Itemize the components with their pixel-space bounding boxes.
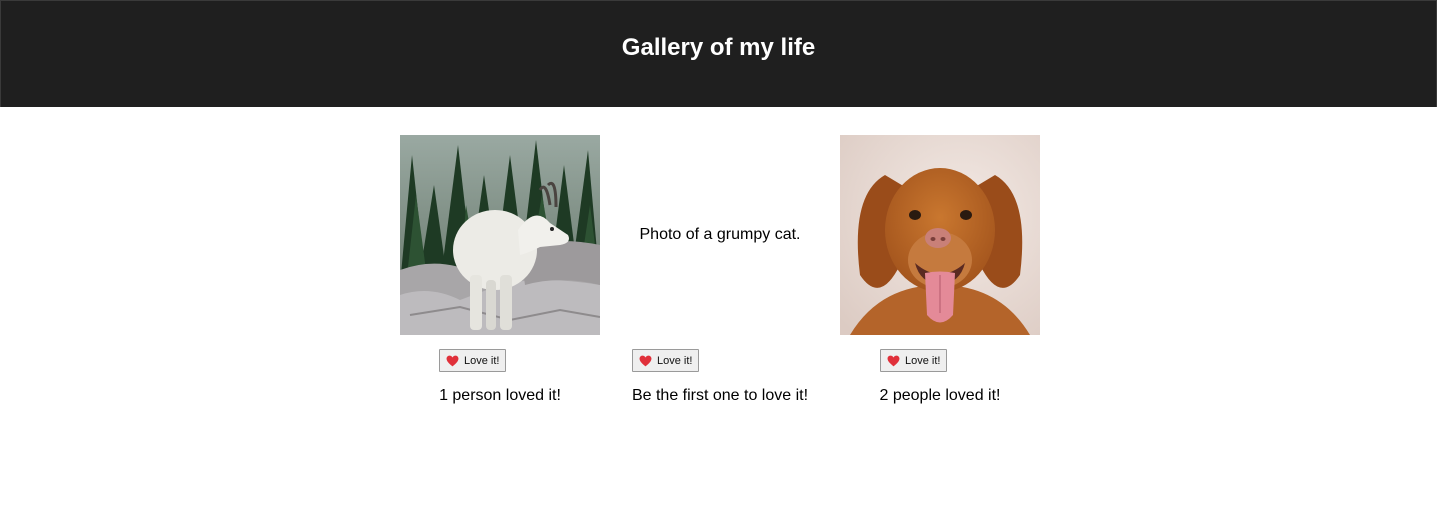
- love-count: 1 person loved it!: [439, 387, 561, 404]
- heart-icon: [446, 355, 459, 366]
- love-count: 2 people loved it!: [879, 387, 1001, 404]
- page-title: Gallery of my life: [621, 34, 816, 61]
- love-it-button[interactable]: Love it!: [880, 349, 948, 372]
- heart-icon: [639, 355, 652, 366]
- page-header: Gallery of my life: [0, 0, 1437, 107]
- gallery-card: Photo of a grumpy cat. Love it! Be the f…: [620, 135, 820, 425]
- dog-image: [840, 135, 1040, 335]
- heart-icon: [887, 355, 900, 366]
- love-it-label: Love it!: [905, 354, 941, 367]
- gallery-card: Love it! 1 person loved it!: [400, 135, 600, 425]
- love-it-button[interactable]: Love it!: [439, 349, 507, 372]
- gallery-card: Love it! 2 people loved it!: [840, 135, 1040, 425]
- image-alt-text: Photo of a grumpy cat.: [639, 226, 801, 243]
- love-count: Be the first one to love it!: [631, 387, 809, 404]
- gallery: Love it! 1 person loved it! Photo of a g…: [400, 135, 1040, 435]
- love-it-label: Love it!: [657, 354, 693, 367]
- love-it-label: Love it!: [464, 354, 500, 367]
- mountain-goat-image: [400, 135, 600, 335]
- love-it-button[interactable]: Love it!: [632, 349, 700, 372]
